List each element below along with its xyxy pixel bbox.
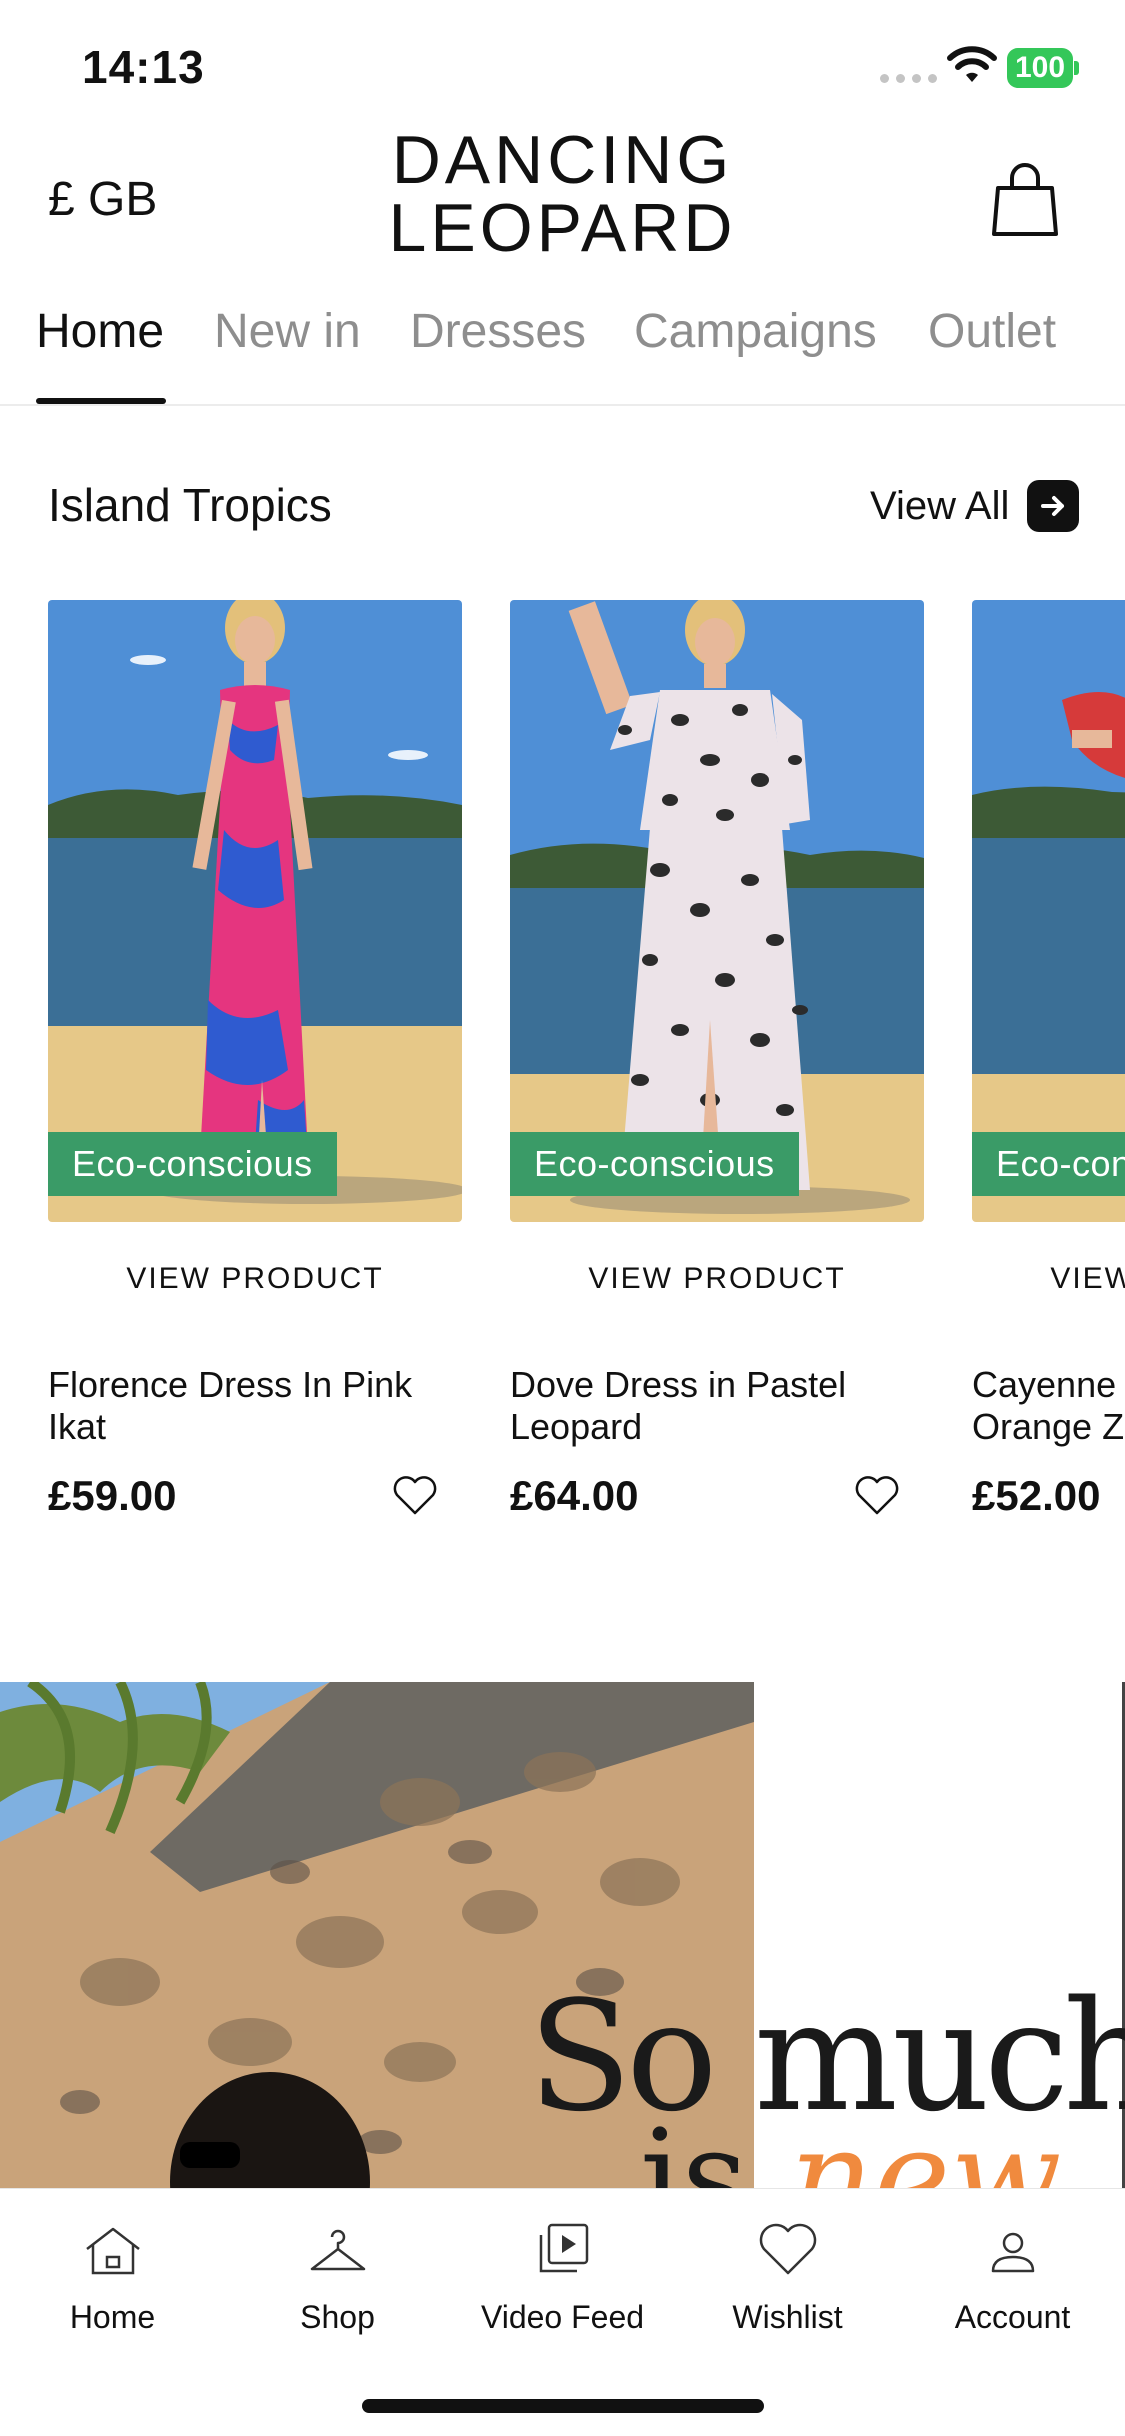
battery-level: 100 [1007,48,1073,88]
product-price: £59.00 [48,1472,177,1519]
tab-dresses[interactable]: Dresses [410,304,586,359]
video-feed-icon [539,2223,588,2273]
nav-home-label: Home [69,2299,156,2335]
nav-video-feed-label: Video Feed [480,2299,645,2335]
view-all-label: View All [870,483,1010,528]
hanger-icon [310,2229,365,2271]
status-bar: 14:13 100 [0,0,1125,130]
product-card[interactable]: Eco-conscious VIEW PRODUCT Cayenne Dress… [972,600,1125,1560]
tab-new-in[interactable]: New in [214,304,361,359]
battery-icon: 100 [1007,48,1079,88]
status-time: 14:13 [82,41,205,93]
nav-home[interactable]: Home [0,2219,225,2336]
product-image[interactable]: Eco-conscious [510,600,924,1222]
nav-account[interactable]: Account [900,2219,1125,2336]
product-name[interactable]: Cayenne Dress in Orange Z [972,1364,1125,1448]
wishlist-heart-icon[interactable] [854,1474,900,1516]
product-card[interactable]: Eco-conscious VIEW PRODUCT Florence Dres… [48,600,462,1560]
view-product-button[interactable]: VIEW PRODUCT [510,1262,924,1296]
home-icon [85,2227,140,2275]
product-carousel[interactable]: Eco-conscious VIEW PRODUCT Florence Dres… [0,600,1125,1560]
tab-campaigns[interactable]: Campaigns [634,304,877,359]
banner-subheadline-prefix: is [640,2101,790,2190]
product-name[interactable]: Dove Dress in Pastel Leopard [510,1364,924,1448]
eco-conscious-badge: Eco-conscious [510,1132,799,1196]
category-tabs: Home New in Dresses Campaigns Outlet [0,290,1125,406]
product-name[interactable]: Florence Dress In Pink Ikat [48,1364,462,1448]
wishlist-heart-icon[interactable] [392,1474,438,1516]
nav-video-feed[interactable]: Video Feed [450,2219,675,2336]
app-header: £ GB DANCING LEOPARD [0,120,1125,280]
eco-conscious-badge: Eco-conscious [972,1132,1125,1196]
brand-logo-line2: LEOPARD [388,190,737,266]
brand-logo[interactable]: DANCING LEOPARD [300,126,825,262]
nav-wishlist-label: Wishlist [732,2299,843,2335]
nav-account-label: Account [954,2299,1071,2335]
nav-shop-label: Shop [300,2299,375,2335]
nav-shop[interactable]: Shop [225,2219,450,2336]
bottom-navigation: Home Shop Video Feed Wishlist Account [0,2188,1125,2436]
brand-logo-line1: DANCING [391,122,734,198]
shopping-bag-icon[interactable] [990,160,1060,240]
section-title: Island Tropics [48,479,332,531]
home-indicator[interactable] [362,2399,764,2413]
product-card[interactable]: Eco-conscious VIEW PRODUCT Dove Dress in… [510,600,924,1560]
view-all-button[interactable]: View All [870,480,1080,532]
heart-icon [759,2223,816,2275]
tab-home[interactable]: Home [36,304,164,359]
product-price: £64.00 [510,1472,639,1519]
view-product-button[interactable]: VIEW PRODUCT [48,1262,462,1296]
view-product-button[interactable]: VIEW PRODUCT [972,1262,1125,1296]
product-price: £52.00 [972,1472,1101,1519]
person-icon [991,2232,1034,2273]
nav-wishlist[interactable]: Wishlist [675,2219,900,2336]
tab-outlet[interactable]: Outlet [928,304,1056,359]
arrow-right-icon [1027,480,1080,532]
cellular-signal-icon [880,74,937,83]
wifi-icon [947,46,997,82]
product-image[interactable]: Eco-conscious [972,600,1125,1222]
app-screen: 14:13 100 £ GB DANCING LEOPARD Home New … [0,0,1125,2436]
promo-banner[interactable]: So much is new [0,1682,1125,2190]
banner-subheadline: is new [640,2112,1062,2190]
active-tab-indicator [36,398,166,404]
banner-subheadline-accent: new [789,2101,1062,2190]
currency-selector[interactable]: £ GB [48,172,157,227]
product-image[interactable]: Eco-conscious [48,600,462,1222]
eco-conscious-badge: Eco-conscious [48,1132,337,1196]
